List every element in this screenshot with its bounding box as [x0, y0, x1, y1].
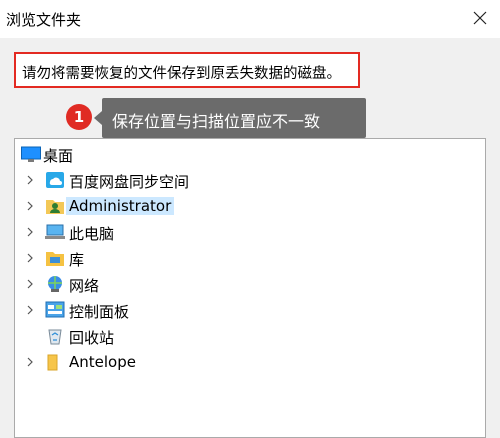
chevron-right-icon[interactable]: [24, 252, 36, 264]
close-button[interactable]: [466, 4, 494, 32]
chevron-right-icon[interactable]: [24, 174, 36, 186]
folder-tree[interactable]: 桌面 百度网盘同步空间 Administrator 此电脑 库 网络 控制面板 …: [14, 138, 486, 438]
recycle-bin-icon: [48, 329, 62, 345]
tree-item-desktop[interactable]: 桌面: [15, 141, 485, 167]
tree-item-label: 控制面板: [69, 303, 130, 321]
tree-item-label: 此电脑: [69, 225, 115, 243]
warning-text: 请勿将需要恢复的文件保存到原丢失数据的磁盘。: [22, 66, 341, 82]
title-bar: 浏览文件夹: [0, 0, 500, 38]
library-icon: [46, 252, 64, 266]
tree-item-label: 百度网盘同步空间: [69, 173, 190, 191]
tree-item-this-pc[interactable]: 此电脑: [15, 219, 485, 245]
tree-item-label: 网络: [69, 277, 100, 295]
tree-item-label: 桌面: [43, 147, 74, 165]
chevron-right-icon[interactable]: [24, 278, 36, 290]
folder-icon: [47, 354, 58, 371]
chevron-right-icon[interactable]: [24, 356, 36, 368]
tree-item-label: 回收站: [69, 329, 115, 347]
computer-icon: [45, 224, 65, 239]
tree-item-antelope[interactable]: Antelope: [15, 349, 485, 375]
desktop-icon: [21, 146, 41, 162]
tree-item-label: Administrator: [66, 197, 175, 215]
close-icon: [473, 11, 487, 25]
chevron-right-icon[interactable]: [24, 304, 36, 316]
callout-tooltip: 保存位置与扫描位置应不一致: [94, 98, 366, 138]
warning-notice: 请勿将需要恢复的文件保存到原丢失数据的磁盘。: [14, 52, 360, 88]
callout-text: 保存位置与扫描位置应不一致: [112, 112, 321, 131]
tree-item-label: 库: [69, 251, 85, 269]
network-icon: [48, 276, 62, 292]
tree-item-label: Antelope: [69, 353, 136, 371]
user-folder-icon: [46, 200, 64, 214]
tree-item-recycle-bin[interactable]: 回收站: [15, 323, 485, 349]
chevron-right-icon[interactable]: [24, 226, 36, 238]
tree-item-control-panel[interactable]: 控制面板: [15, 297, 485, 323]
control-panel-icon: [45, 301, 65, 318]
window-title: 浏览文件夹: [6, 11, 82, 29]
tree-item-library[interactable]: 库: [15, 245, 485, 271]
tree-item-administrator[interactable]: Administrator: [15, 193, 485, 219]
cloud-folder-icon: [46, 172, 64, 188]
tree-item-baidu-sync[interactable]: 百度网盘同步空间: [15, 167, 485, 193]
chevron-right-icon[interactable]: [24, 200, 36, 212]
step-number-badge: 1: [66, 104, 92, 130]
tree-item-network[interactable]: 网络: [15, 271, 485, 297]
